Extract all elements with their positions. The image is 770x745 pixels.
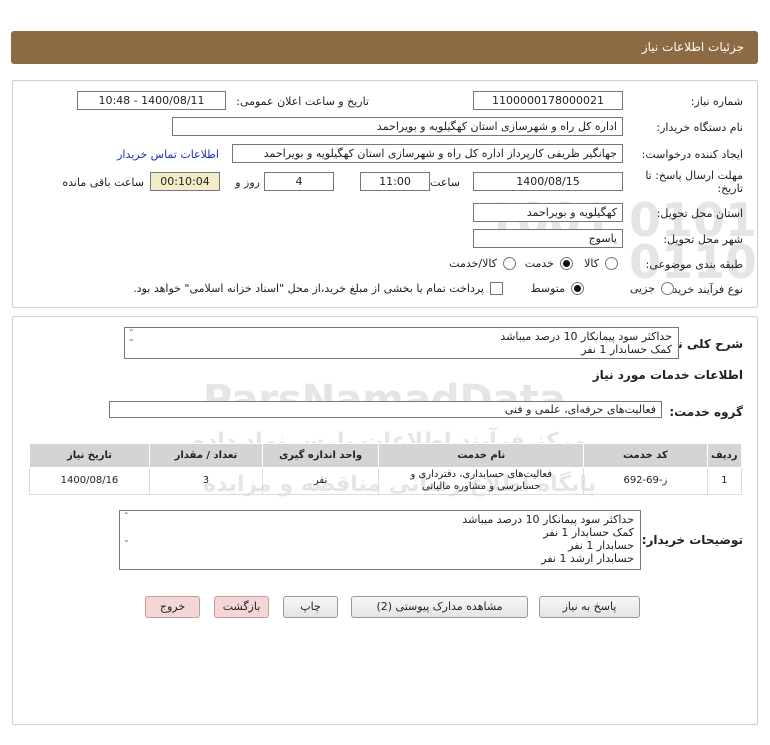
need-number-field: 1100000178000021 — [473, 91, 623, 110]
page-title: جزئیات اطلاعات نیاز — [641, 40, 744, 54]
respond-button[interactable]: پاسخ به نیاز — [539, 596, 640, 618]
cell-date: 1400/08/16 — [29, 467, 150, 495]
province-label: استان محل تحویل: — [656, 207, 743, 220]
table-row: 1 ز-69-692 فعالیت‌های حسابداری، دفترداری… — [29, 467, 743, 495]
days-field: 4 — [264, 172, 334, 191]
cell-unit: نفر — [261, 467, 380, 495]
print-button[interactable]: چاپ — [283, 596, 338, 618]
summary-line-2: کمک حسابدار 1 نفر — [581, 343, 672, 356]
buyer-notes-line-4: حسابدار ارشد 1 نفر — [541, 552, 634, 565]
services-section-title: اطلاعات خدمات مورد نیاز — [592, 368, 743, 382]
treasury-checkbox[interactable] — [490, 282, 503, 295]
buyer-notes-textarea[interactable]: ⌃ ⌄ حداکثر سود پیمانکار 10 درصد میباشد کم… — [119, 510, 641, 570]
col-qty: تعداد / مقدار — [148, 443, 263, 468]
need-number-label: شماره نیاز: — [690, 95, 743, 108]
creator-label: ایجاد کننده درخواست: — [641, 148, 743, 161]
contact-link[interactable]: اطلاعات تماس خریدار — [117, 148, 219, 161]
process-radio-medium[interactable] — [571, 282, 584, 295]
col-date: تاریخ نیاز — [29, 443, 150, 468]
category-option-goods-service: کالا/خدمت — [449, 257, 497, 270]
attachments-button[interactable]: مشاهده مدارک پیوستی (2) — [351, 596, 528, 618]
city-field: یاسوج — [473, 229, 623, 248]
category-radio-goods[interactable] — [605, 257, 618, 270]
page-header: جزئیات اطلاعات نیاز — [11, 31, 758, 64]
resize-handle-icon: ⌃ ⌄ — [128, 328, 135, 343]
category-radio-service[interactable] — [560, 257, 573, 270]
exit-button[interactable]: خروج — [145, 596, 200, 618]
buyer-notes-line-3: حسابدار 1 نفر — [568, 539, 634, 552]
time-label: ساعت — [430, 176, 460, 189]
col-row: ردیف — [706, 443, 743, 468]
deadline-time-field: 11:00 — [360, 172, 430, 191]
service-group-label: گروه خدمت: — [669, 405, 743, 419]
payment-note: پرداخت تمام یا بخشی از مبلغ خرید،از محل … — [133, 282, 484, 295]
category-label: طبقه بندی موضوعی: — [645, 258, 743, 271]
deadline-label-2: تاریخ: — [717, 182, 743, 195]
buyer-org-field: اداره کل راه و شهرسازی استان کهگیلویه و … — [172, 117, 623, 136]
remaining-time-field: 00:10:04 — [150, 172, 220, 191]
cell-row: 1 — [706, 467, 743, 495]
remaining-label: ساعت باقی مانده — [62, 176, 144, 189]
services-panel: ParsNamadData مرکز فرآیند اطلاعات پارس ن… — [12, 316, 758, 725]
cell-name: فعالیت‌های حسابداری، دفترداری و حسابرسی … — [378, 467, 585, 495]
buyer-notes-line-1: حداکثر سود پیمانکار 10 درصد میباشد — [462, 513, 634, 526]
table-header-row: ردیف کد خدمت نام خدمت واحد اندازه گیری ت… — [29, 443, 743, 468]
services-table: ردیف کد خدمت نام خدمت واحد اندازه گیری ت… — [29, 443, 743, 495]
deadline-date-field: 1400/08/15 — [473, 172, 623, 191]
process-option-medium: متوسط — [530, 282, 565, 295]
city-label: شهر محل تحویل: — [663, 233, 743, 246]
process-radio-minor[interactable] — [661, 282, 674, 295]
service-group-field: فعالیت‌های حرفه‌ای، علمی و فنی — [109, 401, 662, 418]
cell-qty: 3 — [148, 467, 263, 495]
summary-line-1: حداکثر سود پیمانکار 10 درصد میباشد — [500, 330, 672, 343]
resize-handle-icon: ⌃ ⌄ — [123, 511, 130, 544]
col-unit: واحد اندازه گیری — [261, 443, 380, 468]
creator-field: جهانگیر ظریفی کارپرداز اداره کل راه و شه… — [232, 144, 623, 163]
category-radio-goods-service[interactable] — [503, 257, 516, 270]
buyer-org-label: نام دستگاه خریدار: — [656, 121, 743, 134]
category-option-service: خدمت — [524, 257, 554, 270]
details-panel: 0101 1001 0110 شماره نیاز: 1100000178000… — [12, 80, 758, 308]
summary-textarea[interactable]: ⌃ ⌄ حداکثر سود پیمانکار 10 درصد میباشد کم… — [124, 327, 679, 359]
process-option-minor: جزیی — [629, 282, 655, 295]
cell-code: ز-69-692 — [583, 467, 708, 495]
announce-label: تاریخ و ساعت اعلان عمومی: — [236, 95, 369, 108]
col-code: کد خدمت — [583, 443, 708, 468]
buyer-notes-line-2: کمک حسابدار 1 نفر — [543, 526, 634, 539]
col-name: نام خدمت — [378, 443, 585, 468]
process-label: نوع فرآیند خرید : — [665, 283, 743, 296]
buyer-notes-label: توضیحات خریدار: — [641, 533, 743, 547]
back-button[interactable]: بازگشت — [214, 596, 269, 618]
category-option-goods: کالا — [584, 257, 599, 270]
days-label: روز و — [235, 176, 260, 189]
province-field: کهگیلویه و بویراحمد — [473, 203, 623, 222]
announce-field: 1400/08/11 - 10:48 — [77, 91, 226, 110]
deadline-label: مهلت ارسال پاسخ: تا — [645, 169, 743, 182]
